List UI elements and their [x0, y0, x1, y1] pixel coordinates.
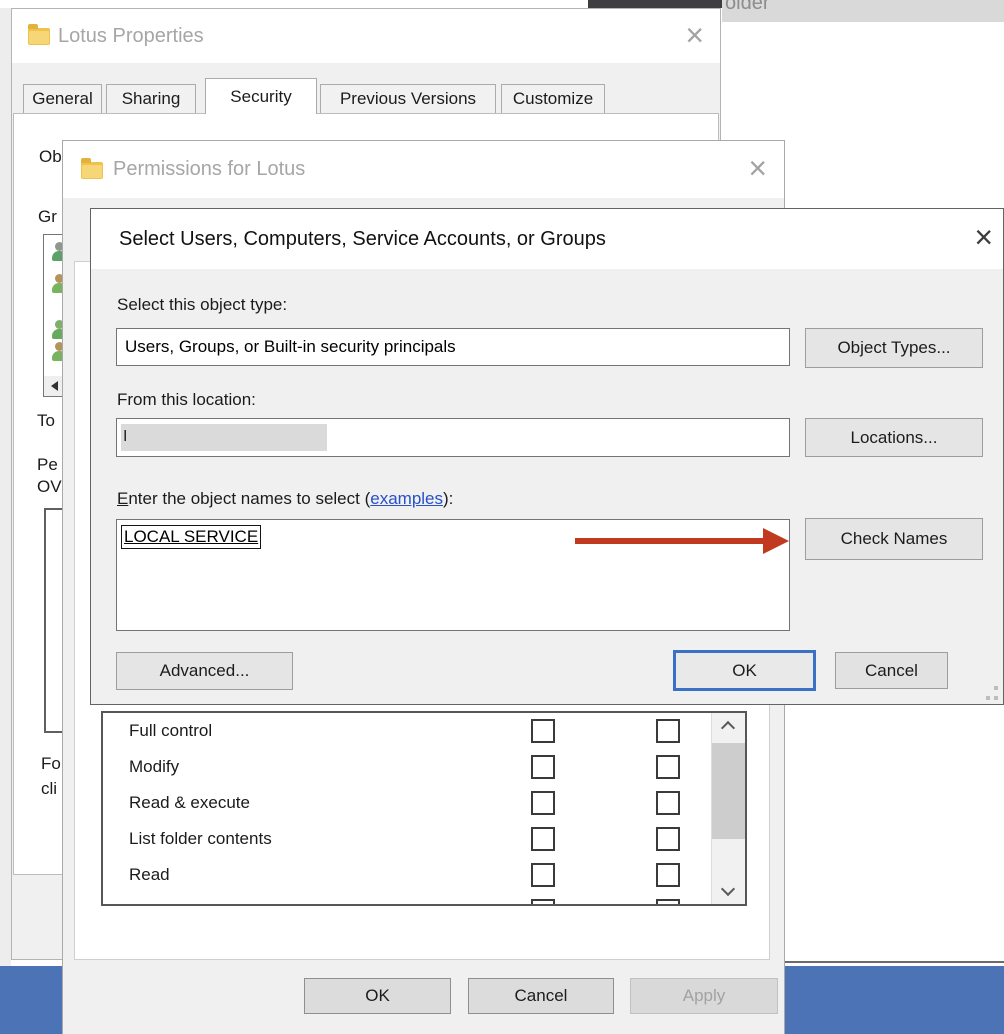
redacted-location-text: [121, 424, 327, 451]
examples-link[interactable]: examples: [370, 489, 443, 508]
permission-label: Full control: [129, 721, 212, 741]
resize-grip[interactable]: [984, 686, 998, 700]
scrollbar-thumb[interactable]: [712, 743, 745, 839]
location-field[interactable]: I: [116, 418, 790, 457]
permissions-title: Permissions for Lotus: [113, 141, 305, 198]
background-dark-fragment: [588, 0, 722, 8]
locations-button[interactable]: Locations...: [805, 418, 983, 457]
permissions-listview: Full control Modify Read & execute List …: [101, 711, 747, 906]
tab-general[interactable]: General: [23, 84, 102, 113]
permissions-apply-button[interactable]: Apply: [630, 978, 778, 1014]
select-users-dialog: Select Users, Computers, Service Account…: [90, 208, 1004, 705]
permission-label: List folder contents: [129, 829, 272, 849]
close-icon[interactable]: ×: [685, 19, 704, 51]
folder-icon: [81, 162, 103, 179]
object-type-label: Select this object type:: [117, 295, 287, 315]
allow-checkbox[interactable]: [531, 791, 555, 815]
tab-security[interactable]: Security: [205, 78, 317, 114]
background-clipped-text: older: [725, 0, 769, 15]
annotation-arrow-shaft: [575, 538, 765, 544]
scroll-up-icon[interactable]: [721, 721, 735, 735]
from-location-label: From this location:: [117, 390, 256, 410]
background-window-strip: older: [722, 0, 1004, 22]
group-names-label-clipped: Gr: [38, 207, 57, 227]
tab-previous-versions[interactable]: Previous Versions: [320, 84, 496, 113]
object-type-field[interactable]: Users, Groups, or Built-in security prin…: [116, 328, 790, 366]
deny-checkbox[interactable]: [656, 863, 680, 887]
allow-checkbox[interactable]: [531, 863, 555, 887]
special-permissions-label-clipped-2: cli: [41, 779, 57, 799]
allow-checkbox[interactable]: [531, 755, 555, 779]
permissions-for-label-clipped-2: OV: [37, 477, 62, 497]
select-ok-button[interactable]: OK: [673, 650, 816, 691]
object-name-label-clipped: Ob: [39, 147, 62, 167]
scroll-left-icon[interactable]: [51, 381, 58, 391]
select-users-titlebar: Select Users, Computers, Service Account…: [91, 209, 1003, 269]
permissions-titlebar: Permissions for Lotus ×: [63, 141, 784, 198]
properties-title: Lotus Properties: [58, 9, 204, 63]
allow-checkbox[interactable]: [531, 899, 555, 906]
close-icon[interactable]: ×: [974, 221, 993, 253]
advanced-button[interactable]: Advanced...: [116, 652, 293, 690]
tab-sharing[interactable]: Sharing: [106, 84, 196, 113]
deny-checkbox[interactable]: [656, 719, 680, 743]
select-cancel-button[interactable]: Cancel: [835, 652, 948, 689]
deny-checkbox[interactable]: [656, 755, 680, 779]
scroll-down-icon[interactable]: [721, 882, 735, 896]
permission-label: Modify: [129, 757, 179, 777]
deny-checkbox[interactable]: [656, 791, 680, 815]
check-names-button[interactable]: Check Names: [805, 518, 983, 560]
allow-checkbox[interactable]: [531, 719, 555, 743]
enter-names-label: Enter the object names to select (exampl…: [117, 489, 453, 509]
allow-checkbox[interactable]: [531, 827, 555, 851]
permissions-cancel-button[interactable]: Cancel: [468, 978, 614, 1014]
object-types-button[interactable]: Object Types...: [805, 328, 983, 368]
permission-label: Read & execute: [129, 793, 250, 813]
location-value: I: [123, 428, 127, 446]
properties-titlebar: Lotus Properties ×: [12, 9, 720, 63]
deny-checkbox[interactable]: [656, 827, 680, 851]
folder-icon: [28, 28, 50, 45]
tab-customize[interactable]: Customize: [501, 84, 605, 113]
object-names-textarea[interactable]: LOCAL SERVICE: [116, 519, 790, 631]
permissions-ok-button[interactable]: OK: [304, 978, 451, 1014]
permission-label: Read: [129, 865, 170, 885]
close-icon[interactable]: ×: [748, 152, 767, 184]
background-left-strip: [0, 8, 11, 1034]
annotation-arrow-icon: [763, 528, 789, 554]
permissions-scrollbar[interactable]: [711, 713, 745, 904]
permissions-for-label-clipped-1: Pe: [37, 455, 58, 475]
resolved-name: LOCAL SERVICE: [121, 525, 261, 549]
screen: older Lotus Properties × General Sharing…: [0, 0, 1004, 1034]
deny-checkbox[interactable]: [656, 899, 680, 906]
to-change-label-clipped: To: [37, 411, 55, 431]
select-users-title: Select Users, Computers, Service Account…: [119, 209, 606, 269]
background-window-bottom-edge: [785, 961, 1004, 963]
special-permissions-label-clipped-1: Fo: [41, 754, 61, 774]
